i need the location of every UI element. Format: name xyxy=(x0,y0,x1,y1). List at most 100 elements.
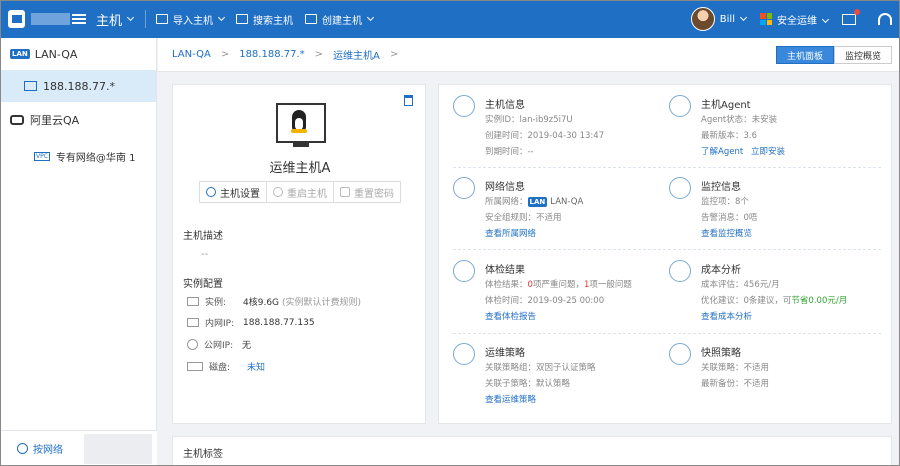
search-host-label: 搜索主机 xyxy=(253,15,294,27)
top-right-area: Bill 安全运维 xyxy=(690,0,900,38)
view-checkup-link[interactable]: 查看体检报告 xyxy=(485,310,536,322)
disk-icon xyxy=(187,362,203,371)
agent-version: 最新版本：3.6 xyxy=(701,131,758,141)
divider xyxy=(453,249,881,250)
sidebar-bottom-tabs: 按网络 xyxy=(0,430,157,466)
network-block: 网络信息 所属网络： LAN LAN-QA 安全组规则：不适用 查看所属网络 xyxy=(453,177,658,243)
sidebar-item-aliyun-qa[interactable]: 阿里云QA xyxy=(0,104,156,136)
logo-icon xyxy=(8,10,26,28)
chevron-down-icon[interactable] xyxy=(126,13,135,21)
row-label: 内网IP: xyxy=(205,319,235,329)
trash-icon[interactable] xyxy=(404,95,413,106)
breadcrumb-separator: > xyxy=(314,49,324,60)
chevron-down-icon xyxy=(366,13,375,21)
module-title[interactable]: 主机 xyxy=(96,10,122,29)
block-title: 快照策略 xyxy=(701,348,741,359)
row-label: 公网IP: xyxy=(204,341,234,351)
create-host-icon xyxy=(305,14,318,24)
tab-label: 按网络 xyxy=(33,445,63,456)
breadcrumb-item[interactable]: LAN-QA xyxy=(172,49,211,60)
aliyun-icon xyxy=(10,115,24,125)
ops-policy-block: 运维策略 关联策略组：双因子认证策略 关联子策略：默认策略 查看运维策略 xyxy=(453,343,658,409)
block-title: 网络信息 xyxy=(485,182,525,193)
ops-security-menu[interactable]: 安全运维 xyxy=(777,12,830,27)
snapshot-camera-icon xyxy=(669,343,691,365)
network-prefix: 所属网络： xyxy=(485,197,528,207)
user-menu[interactable]: Bill xyxy=(720,13,748,25)
view-cost-link[interactable]: 查看成本分析 xyxy=(701,310,752,322)
block-title: 体检结果 xyxy=(485,265,525,276)
sidebar-item-subnet[interactable]: 188.188.77.* xyxy=(0,70,156,102)
reset-password-button[interactable]: 重置密码 xyxy=(334,182,400,202)
host-info-block: 主机信息 实例ID：lan-ib9z5i7U 创建时间：2019-04-30 1… xyxy=(453,95,658,163)
create-host-button[interactable]: 创建主机 xyxy=(305,12,375,27)
host-settings-button[interactable]: 主机设置 xyxy=(200,182,267,202)
block-title: 运维策略 xyxy=(485,348,525,359)
logo[interactable] xyxy=(0,0,70,38)
config-row-private-ip: 内网IP: 188.188.77.135 xyxy=(187,316,315,329)
host-name: 运维主机A xyxy=(269,161,331,176)
host-description-title: 主机描述 xyxy=(183,231,223,242)
install-agent-link[interactable]: 立即安装 xyxy=(751,145,785,157)
chevron-down-icon xyxy=(821,15,830,23)
breadcrumb-separator: > xyxy=(389,49,399,60)
menu-icon[interactable] xyxy=(72,14,86,24)
tab-monitor-overview[interactable]: 监控概览 xyxy=(833,46,892,64)
dollar-icon xyxy=(669,260,691,282)
config-row-public-ip: 公网IP: 无 xyxy=(187,338,251,351)
host-actions: 主机设置 重启主机 重置密码 xyxy=(199,181,401,203)
policy-group: 关联策略组：双因子认证策略 xyxy=(485,363,596,373)
network-line: 所属网络： LAN LAN-QA xyxy=(485,195,583,207)
restart-host-button[interactable]: 重启主机 xyxy=(267,182,334,202)
checkup-block: 体检结果 体检结果：0项严重问题，1项一般问题 体检时间：2019-09-25 … xyxy=(453,260,658,326)
ops-security-label: 安全运维 xyxy=(777,15,817,27)
apps-grid-icon[interactable] xyxy=(760,13,772,25)
learn-agent-link[interactable]: 了解Agent xyxy=(701,145,743,157)
top-bar: 主机 导入主机 搜索主机 创建主机 Bill 安全运维 xyxy=(0,0,900,38)
config-row-instance: 实例: 4核9.6G (实例默认计费规则) xyxy=(187,295,361,308)
action-label: 重启主机 xyxy=(287,188,327,200)
bottle-icon xyxy=(340,187,350,197)
sidebar-item-lan-qa[interactable]: LAN LAN-QA xyxy=(0,38,156,70)
breadcrumb-item[interactable]: 188.188.77.* xyxy=(239,49,304,60)
avatar[interactable] xyxy=(690,7,715,31)
tab-host-panel[interactable]: 主机面板 xyxy=(775,46,834,64)
row-label: 磁盘: xyxy=(209,363,231,373)
sidebar: LAN LAN-QA 188.188.77.* 阿里云QA VPC 专有网络@华… xyxy=(0,38,157,466)
monitor-stand xyxy=(293,143,309,147)
sidebar-item-label: 阿里云QA xyxy=(30,114,80,127)
search-host-button[interactable]: 搜索主机 xyxy=(236,12,293,27)
view-network-link[interactable]: 查看所属网络 xyxy=(485,227,536,239)
breadcrumb-item[interactable]: 运维主机A xyxy=(333,47,380,62)
headset-icon[interactable] xyxy=(878,13,892,25)
view-policy-link[interactable]: 查看运维策略 xyxy=(485,393,536,405)
view-toggle: 主机面板 监控概览 xyxy=(775,46,892,64)
pulse-icon xyxy=(669,177,691,199)
sidebar-item-vpc[interactable]: VPC 专有网络@华南 1 xyxy=(0,140,156,172)
row-label: 实例: xyxy=(205,298,227,308)
linux-penguin-icon xyxy=(290,110,308,134)
tab-blurred[interactable] xyxy=(84,433,152,464)
sidebar-item-label: LAN-QA xyxy=(34,47,78,61)
globe-icon xyxy=(187,339,198,350)
disk-value-link[interactable]: 未知 xyxy=(247,360,265,373)
alert-messages: 告警消息：0唔 xyxy=(701,213,758,223)
divider xyxy=(453,167,881,168)
suggest-prefix: 优化建议：0条建议，可 xyxy=(701,296,792,306)
row-note: (实例默认计费规则) xyxy=(282,298,362,308)
agent-status: Agent状态：未安装 xyxy=(701,115,778,125)
view-monitor-link[interactable]: 查看监控概览 xyxy=(701,227,752,239)
snapshot-block: 快照策略 关联策略：不适用 最新备份：不适用 xyxy=(669,343,874,409)
cost-block: 成本分析 成本评估：456元/月 优化建议：0条建议，可节省0.00元/月 查看… xyxy=(669,260,874,326)
instance-config-title: 实例配置 xyxy=(183,279,223,290)
agent-block: 主机Agent Agent状态：未安装 最新版本：3.6 了解Agent 立即安… xyxy=(669,95,874,163)
tab-by-network[interactable]: 按网络 xyxy=(0,430,80,466)
network-value: LAN-QA xyxy=(550,197,584,207)
mail-icon[interactable] xyxy=(842,8,860,25)
import-host-button[interactable]: 导入主机 xyxy=(156,12,226,27)
cost-estimate: 成本评估：456元/月 xyxy=(701,280,780,290)
globe-icon xyxy=(17,443,28,454)
monitor-block: 监控信息 监控项：8个 告警消息：0唔 查看监控概览 xyxy=(669,177,874,243)
snapshot-policy: 关联策略：不适用 xyxy=(701,363,770,373)
latest-backup: 最新备份：不适用 xyxy=(701,379,770,389)
